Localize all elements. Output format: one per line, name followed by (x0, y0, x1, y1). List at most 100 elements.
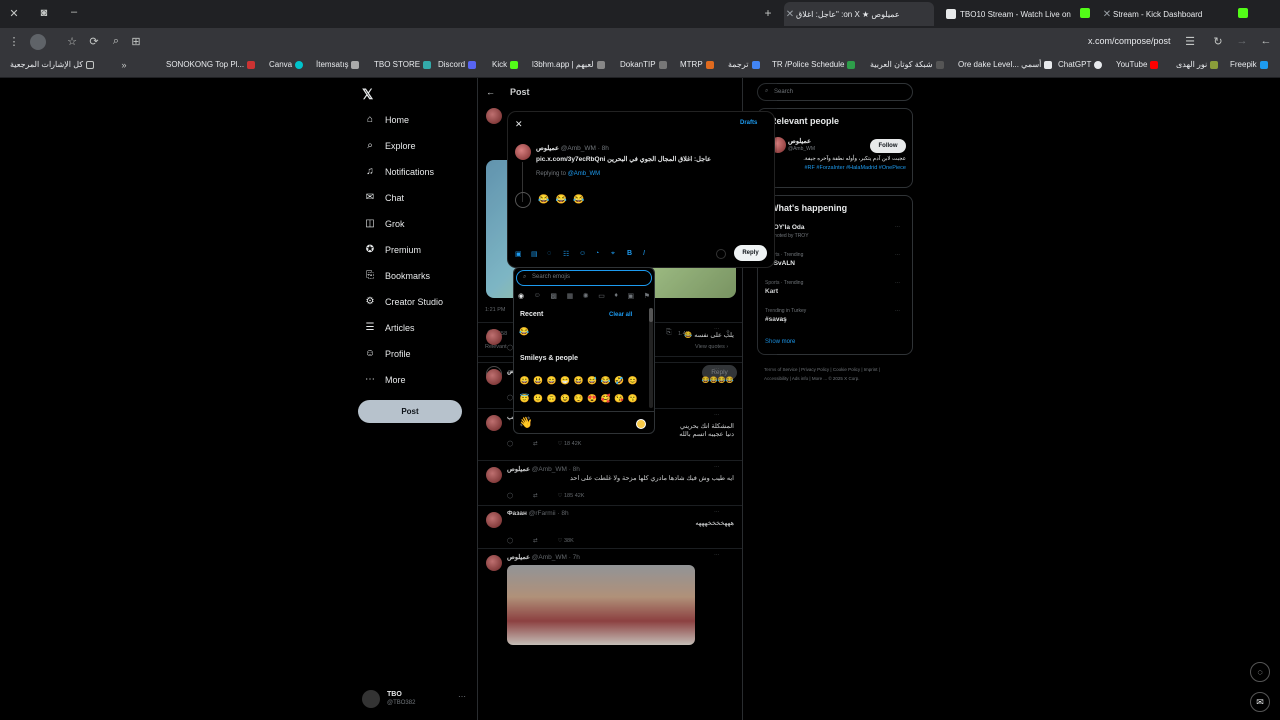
poll-icon[interactable]: ☷ (563, 250, 569, 258)
emoji-item[interactable]: 😁 (559, 375, 573, 387)
emoji-item[interactable]: 🙃 (545, 393, 559, 405)
close-icon[interactable]: ✕ (515, 119, 523, 130)
tab-tbo10-stream[interactable]: TBO10 Stream - Watch Live on (942, 2, 1092, 26)
bookmark-item[interactable]: l3bhm.app | لعبهم (532, 60, 605, 69)
more-icon[interactable]: ⋯ (895, 308, 900, 314)
bold-icon[interactable]: B (627, 250, 632, 257)
objects-category-icon[interactable]: ♦ (614, 292, 618, 300)
address-bar[interactable]: x.com/compose/post (1088, 36, 1171, 46)
emoji-item[interactable]: 😀 (518, 375, 532, 387)
account-avatar[interactable] (362, 690, 380, 708)
emoji-item[interactable]: 🥰 (599, 393, 613, 405)
travel-category-icon[interactable]: ▭ (598, 292, 605, 300)
nav-item-chat[interactable]: ✉ Chat (364, 192, 404, 203)
grok-float-icon[interactable]: ◌ (1250, 662, 1270, 682)
emoji-search-input[interactable]: ⌕ Search emojis (516, 270, 652, 286)
reply-text-input[interactable]: 😂 😂 😂 (538, 194, 587, 205)
italic-icon[interactable]: I (643, 250, 645, 257)
drafts-button[interactable]: Drafts (740, 120, 757, 126)
schedule-icon[interactable]: ◔ (595, 250, 599, 257)
reload-icon[interactable]: ↻ (1210, 35, 1226, 48)
relevant-tags[interactable]: #RF #ForzaInter #HalaMadrid #OnePiece (766, 165, 907, 171)
x-logo[interactable]: 𝕏 (362, 86, 373, 103)
emoji-item[interactable]: 😘 (613, 393, 627, 405)
bookmark-item[interactable]: MTRP (680, 60, 714, 69)
minimize-icon[interactable]: – (66, 6, 82, 18)
bookmark-item[interactable]: TBO STORE (374, 60, 432, 69)
menu-icon[interactable]: ⋮ (6, 35, 22, 48)
image-icon[interactable]: ▣ (515, 250, 522, 258)
gif-icon[interactable]: ▤ (531, 250, 538, 258)
replying-to-handle[interactable]: @Amb_WM (568, 171, 600, 177)
tab-x-post[interactable]: ✕ عميلوص ★ on X: "عاجل: اغلاق (784, 2, 934, 26)
emoji-item[interactable]: 😇 (518, 393, 532, 405)
bookmark-item[interactable]: DokanTIP (620, 60, 667, 69)
bookmark-item[interactable]: ترجمة (728, 60, 760, 69)
bookmark-item[interactable]: ChatGPT (1058, 60, 1103, 69)
trend-item[interactable]: Sports · Trending Kart ⋯ (765, 280, 907, 306)
nav-item-notifications[interactable]: ♫ Notifications (364, 166, 434, 177)
trend-item[interactable]: Sports · Trending #GSvALN ⋯ (765, 252, 907, 278)
activity-category-icon[interactable]: ✺ (583, 292, 589, 300)
nav-item-bookmarks[interactable]: ⎘ Bookmarks (364, 270, 430, 281)
trend-item[interactable]: TROY'la Oda Promoted by TROY ⋯ (765, 224, 907, 250)
skin-tone-selector-icon[interactable] (636, 419, 646, 429)
tab-kick-dashboard[interactable]: ✕ Stream - Kick Dashboard (1101, 2, 1251, 26)
emoji-icon[interactable]: ☺ (579, 250, 586, 257)
nav-item-explore[interactable]: ⌕ Explore (364, 140, 415, 151)
nav-item-grok[interactable]: ◫ Grok (364, 218, 404, 229)
tab-search-icon[interactable]: ◙ (36, 7, 52, 19)
nav-item-premium[interactable]: ✪ Premium (364, 244, 421, 255)
emoji-item[interactable]: 😆 (572, 375, 586, 387)
recent-emoji[interactable]: 😂 (519, 327, 529, 336)
zoom-icon[interactable]: ⌕ (108, 35, 124, 48)
emoji-item[interactable]: 😌 (572, 393, 586, 405)
emoji-item[interactable]: 😉 (559, 393, 573, 405)
forward-icon[interactable]: → (1234, 35, 1250, 47)
flags-category-icon[interactable]: ⚑ (644, 292, 650, 300)
animals-category-icon[interactable]: ▩ (550, 292, 557, 300)
messages-icon[interactable]: ✉ (1250, 692, 1270, 712)
nav-item-articles[interactable]: ☰ Articles (364, 322, 415, 333)
more-icon[interactable]: ⋯ (895, 252, 900, 258)
emoji-scrollbar-thumb[interactable] (649, 308, 653, 322)
close-window-icon[interactable]: ✕ (6, 7, 22, 20)
emoji-item[interactable]: 🙂 (532, 393, 546, 405)
footer-links[interactable]: Terms of Service | Privacy Policy | Cook… (764, 365, 904, 383)
smileys-category-icon[interactable]: ☺ (534, 292, 541, 300)
bookmark-item[interactable]: Discord (438, 60, 477, 69)
bookmark-item[interactable]: Freepik (1230, 60, 1268, 69)
emoji-item[interactable]: 😊 (626, 375, 640, 387)
nav-item-home[interactable]: ⌂ Home (364, 114, 409, 125)
emoji-item[interactable]: 😃 (532, 375, 546, 387)
bookmark-item[interactable]: Canva (269, 60, 304, 69)
emoji-item[interactable]: 😄 (545, 375, 559, 387)
reply-submit-button[interactable]: Reply (734, 245, 767, 261)
reload-page-icon[interactable]: ⟳ (86, 35, 102, 48)
location-icon[interactable]: ⌖ (611, 250, 615, 258)
emoji-item[interactable]: 😅 (586, 375, 600, 387)
more-icon[interactable]: ⋯ (895, 224, 900, 230)
bookmark-item[interactable]: شبكة كوتان العربية (870, 60, 944, 69)
all-bookmarks[interactable]: كل الإشارات المرجعية (10, 60, 95, 69)
tab-close-icon[interactable]: ✕ (1101, 9, 1113, 20)
nav-item-profile[interactable]: ☺ Profile (364, 348, 411, 359)
grok-icon[interactable]: ◌ (547, 250, 551, 257)
nav-item-more[interactable]: ⋯ More (364, 374, 406, 385)
new-tab-icon[interactable]: + (760, 6, 776, 20)
trend-item[interactable]: Trending in Turkey #savaş ⋯ (765, 308, 907, 334)
clear-all-button[interactable]: Clear all (609, 312, 632, 318)
account-menu-icon[interactable]: ⋯ (458, 692, 466, 701)
bookmarks-overflow-icon[interactable]: » (116, 60, 132, 70)
extension-icon[interactable] (30, 34, 46, 50)
bookmark-item[interactable]: نور الهدى (1176, 60, 1219, 69)
more-icon[interactable]: ⋯ (895, 280, 900, 286)
food-category-icon[interactable]: ▦ (567, 292, 574, 300)
bookmark-item[interactable]: İtemsatış (316, 60, 360, 69)
back-icon[interactable]: ← (1258, 35, 1274, 47)
emoji-scrollbar[interactable] (649, 308, 653, 408)
follow-button[interactable]: Follow (870, 139, 906, 153)
star-icon[interactable]: ☆ (64, 35, 80, 48)
bookmark-item[interactable]: SONOKONG Top Pl... (166, 60, 256, 69)
bookmark-item[interactable]: Ore dake Level... أسمي (958, 60, 1053, 69)
